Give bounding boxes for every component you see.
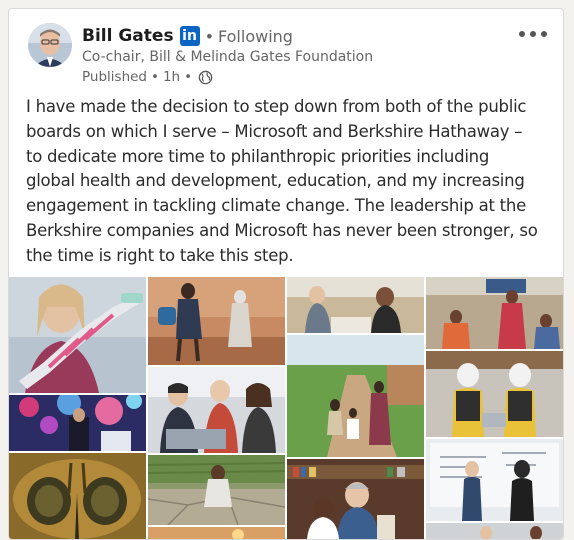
post-line: boards on which I serve – Microsoft and … <box>26 121 523 141</box>
menu-dot <box>541 31 547 37</box>
photo-event-stage[interactable] <box>9 395 146 451</box>
post-line: the time is right to take this step. <box>26 245 294 265</box>
photo-lab-protective-suits[interactable] <box>426 351 563 437</box>
separator-dot: • <box>204 26 214 46</box>
photo-mosquito-closeup[interactable] <box>9 453 146 539</box>
globe-icon <box>198 70 213 84</box>
author-name[interactable]: Bill Gates <box>82 26 174 46</box>
post-meta: Published • 1h • <box>82 69 213 85</box>
photo-family-walking-road[interactable] <box>287 335 424 457</box>
photo-office-people[interactable] <box>426 523 563 539</box>
linkedin-badge-icon: in <box>179 26 200 46</box>
photo-fire-sky[interactable] <box>148 527 285 539</box>
post-line: I have made the decision to step down fr… <box>26 97 527 116</box>
photo-girl-prosthetic-arm[interactable] <box>9 277 146 393</box>
feed-post-card: Bill Gates in • Following Co-chair, Bill… <box>8 8 564 540</box>
menu-dot <box>530 31 536 37</box>
photo-women-walking-dust[interactable] <box>148 277 285 365</box>
separator-dot: • <box>151 69 159 85</box>
photo-library-books[interactable] <box>287 459 424 539</box>
following-status[interactable]: Following <box>218 27 293 46</box>
author-avatar[interactable] <box>28 23 72 67</box>
post-line: engagement in tackling climate change. T… <box>26 196 527 216</box>
avatar-photo <box>28 23 72 67</box>
post-header: Bill Gates in • Following Co-chair, Bill… <box>9 9 563 89</box>
separator-dot: • <box>184 69 193 85</box>
photo-whiteboard-discussion[interactable] <box>426 439 563 521</box>
photo-collage[interactable] <box>9 277 563 539</box>
menu-dot <box>519 31 525 37</box>
photo-students-computer[interactable] <box>148 367 285 453</box>
photo-farmer-dry-field[interactable] <box>148 455 285 525</box>
post-body-text: I have made the decision to step down fr… <box>26 95 560 269</box>
photo-meeting-village[interactable] <box>287 277 424 333</box>
post-line: Berkshire companies and Microsoft has ne… <box>26 220 538 240</box>
post-age[interactable]: 1h <box>163 69 180 85</box>
post-status: Published <box>82 69 147 85</box>
author-headline: Co-chair, Bill & Melinda Gates Foundatio… <box>82 49 374 65</box>
post-line: to dedicate more time to philanthropic p… <box>26 146 490 166</box>
post-line: global health and development, education… <box>26 171 525 191</box>
photo-women-in-field[interactable] <box>426 277 563 349</box>
more-horizontal-icon[interactable] <box>519 31 547 41</box>
author-name-line: Bill Gates in • Following <box>82 25 293 47</box>
